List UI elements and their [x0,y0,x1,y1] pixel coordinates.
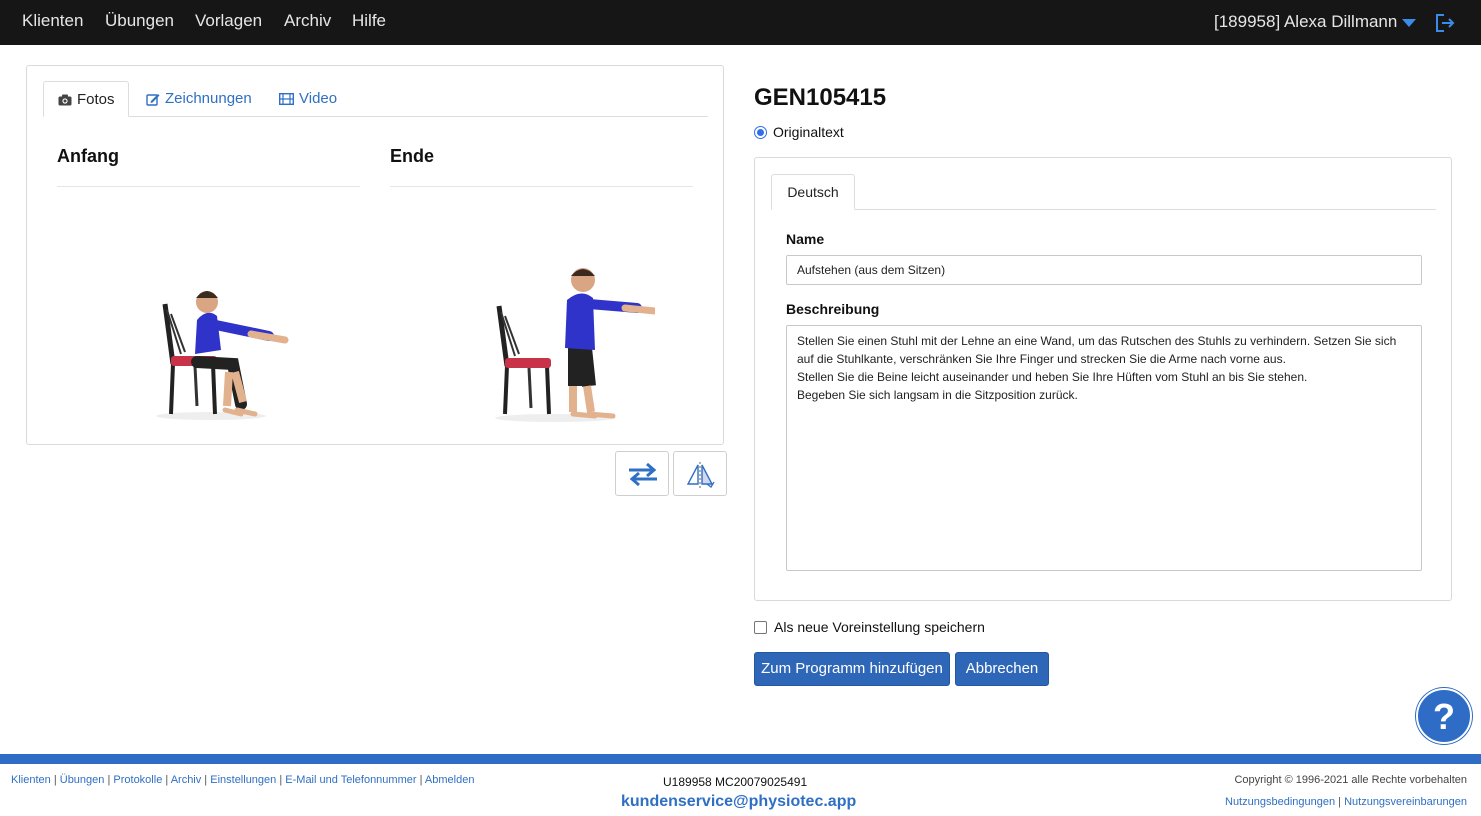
tab-zeichnungen[interactable]: Zeichnungen [146,81,252,117]
end-heading: Ende [390,146,435,166]
camera-icon [58,94,72,106]
save-default-label: Als neue Voreinstellung speichern [774,619,985,635]
help-button[interactable]: ? [1416,688,1472,744]
top-navbar: Klienten Übungen Vorlagen Archiv Hilfe [… [0,0,1481,45]
originaltext-radio[interactable] [754,126,767,139]
originaltext-label: Originaltext [773,124,844,140]
description-field[interactable]: Stellen Sie einen Stuhl mit der Lehne an… [786,325,1422,571]
swap-arrows-icon [629,462,657,486]
nav-klienten[interactable]: Klienten [22,11,83,31]
exercise-photo-end [495,268,655,422]
tab-video[interactable]: Video [279,81,337,117]
tab-zeichnungen-label: Zeichnungen [165,90,252,107]
user-name: [189958] Alexa Dillmann [1214,12,1398,31]
name-field[interactable]: Aufstehen (aus dem Sitzen) [786,255,1422,285]
mirror-icon [686,462,715,488]
footer-links: Klienten | Übungen | Protokolle | Archiv… [11,774,475,786]
nav-archiv[interactable]: Archiv [284,11,331,31]
save-default-row[interactable]: Als neue Voreinstellung speichern [754,619,985,635]
footer-link-abmelden[interactable]: Abmelden [425,774,475,786]
tab-fotos[interactable]: Fotos [43,81,129,117]
add-to-program-button[interactable]: Zum Programm hinzufügen [754,652,950,686]
tab-video-label: Video [299,90,338,107]
footer-terms: Nutzungsbedingungen | Nutzungsvereinbaru… [1225,796,1467,808]
name-label: Name [786,231,825,247]
tab-deutsch[interactable]: Deutsch [771,174,855,210]
footer-link-archiv[interactable]: Archiv [171,774,202,786]
footer-link-klienten[interactable]: Klienten [11,774,51,786]
footer-link-uebungen[interactable]: Übungen [60,774,105,786]
media-panel: Fotos Zeichnungen Video Anfang Ende [26,65,724,445]
start-heading: Anfang [57,146,119,166]
film-icon [279,93,294,106]
mirror-image-button[interactable] [673,451,727,496]
edit-icon [146,93,160,106]
footer-link-protokolle[interactable]: Protokolle [113,774,162,786]
originaltext-radio-row[interactable]: Originaltext [754,124,844,140]
footer-link-einstellungen[interactable]: Einstellungen [210,774,276,786]
lang-tab-divider [771,209,1436,210]
footer-support-email[interactable]: kundenservice@physiotec.app [621,793,856,811]
nav-hilfe[interactable]: Hilfe [352,11,386,31]
nav-vorlagen[interactable]: Vorlagen [195,11,262,31]
footer-link-nutzungsvereinbarungen[interactable]: Nutzungsvereinbarungen [1344,796,1467,808]
footer-ids: U189958 MC20079025491 [663,775,808,789]
footer-link-email-phone[interactable]: E-Mail und Telefonnummer [285,774,416,786]
caret-down-icon [1402,18,1417,27]
swap-images-button[interactable] [615,451,669,496]
footer-accent-bar [0,754,1481,764]
nav-uebungen[interactable]: Übungen [105,11,174,31]
user-menu[interactable]: [189958] Alexa Dillmann [1214,12,1417,32]
start-rule [57,186,360,187]
cancel-button[interactable]: Abbrechen [955,652,1049,686]
save-default-checkbox[interactable] [754,621,767,634]
exercise-code: GEN105415 [754,84,887,111]
end-rule [390,186,693,187]
tab-divider [43,116,708,117]
exercise-form-panel: Deutsch Name Aufstehen (aus dem Sitzen) … [754,157,1452,601]
logout-icon[interactable] [1434,13,1456,33]
tab-fotos-label: Fotos [77,91,115,108]
exercise-photo-start [156,291,289,420]
footer-link-nutzungsbedingungen[interactable]: Nutzungsbedingungen [1225,796,1335,808]
description-label: Beschreibung [786,301,880,317]
footer-copyright: Copyright © 1996-2021 alle Rechte vorbeh… [1234,774,1467,786]
